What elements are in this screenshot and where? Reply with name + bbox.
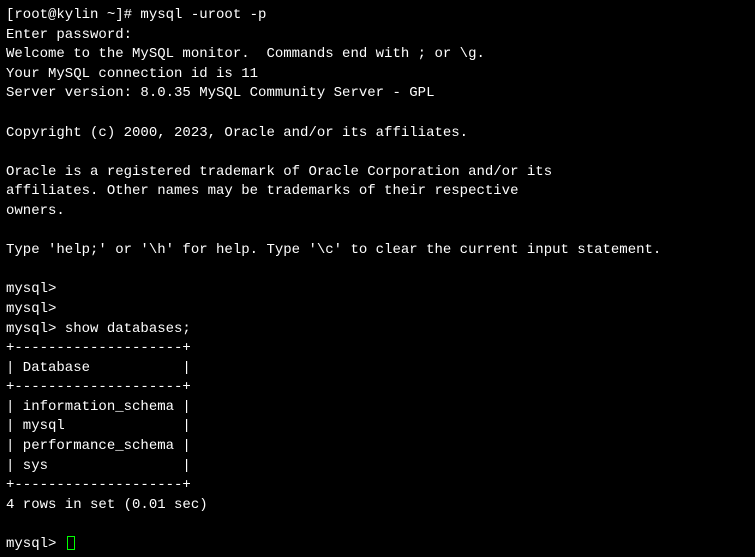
shell-command: mysql -uroot -p — [140, 7, 266, 23]
table-header: | Database | — [6, 359, 749, 379]
mysql-prompt-empty-1: mysql> — [6, 280, 749, 300]
table-row: | sys | — [6, 457, 749, 477]
blank-line — [6, 143, 749, 163]
welcome-line: Welcome to the MySQL monitor. Commands e… — [6, 45, 749, 65]
help-line: Type 'help;' or '\h' for help. Type '\c'… — [6, 241, 749, 261]
sql-command: show databases; — [65, 321, 191, 337]
table-row: | information_schema | — [6, 398, 749, 418]
connection-line: Your MySQL connection id is 11 — [6, 65, 749, 85]
cursor-icon — [67, 536, 75, 550]
mysql-prompt-active[interactable]: mysql> — [6, 535, 749, 555]
password-prompt-line: Enter password: — [6, 26, 749, 46]
result-summary: 4 rows in set (0.01 sec) — [6, 496, 749, 516]
blank-line — [6, 515, 749, 535]
mysql-command-line: mysql> show databases; — [6, 320, 749, 340]
blank-line — [6, 222, 749, 242]
trademark-line-1: Oracle is a registered trademark of Orac… — [6, 163, 749, 183]
copyright-line: Copyright (c) 2000, 2023, Oracle and/or … — [6, 124, 749, 144]
terminal-output: [root@kylin ~]# mysql -uroot -p Enter pa… — [6, 6, 749, 555]
mysql-prompt: mysql> — [6, 536, 65, 552]
table-border-top: +--------------------+ — [6, 339, 749, 359]
shell-prompt: [root@kylin ~]# — [6, 7, 140, 23]
mysql-prompt: mysql> — [6, 321, 65, 337]
table-border-bottom: +--------------------+ — [6, 476, 749, 496]
table-row: | mysql | — [6, 417, 749, 437]
trademark-line-2: affiliates. Other names may be trademark… — [6, 182, 749, 202]
shell-prompt-line: [root@kylin ~]# mysql -uroot -p — [6, 6, 749, 26]
trademark-line-3: owners. — [6, 202, 749, 222]
blank-line — [6, 261, 749, 281]
mysql-prompt-empty-2: mysql> — [6, 300, 749, 320]
version-line: Server version: 8.0.35 MySQL Community S… — [6, 84, 749, 104]
blank-line — [6, 104, 749, 124]
table-border-mid: +--------------------+ — [6, 378, 749, 398]
table-row: | performance_schema | — [6, 437, 749, 457]
